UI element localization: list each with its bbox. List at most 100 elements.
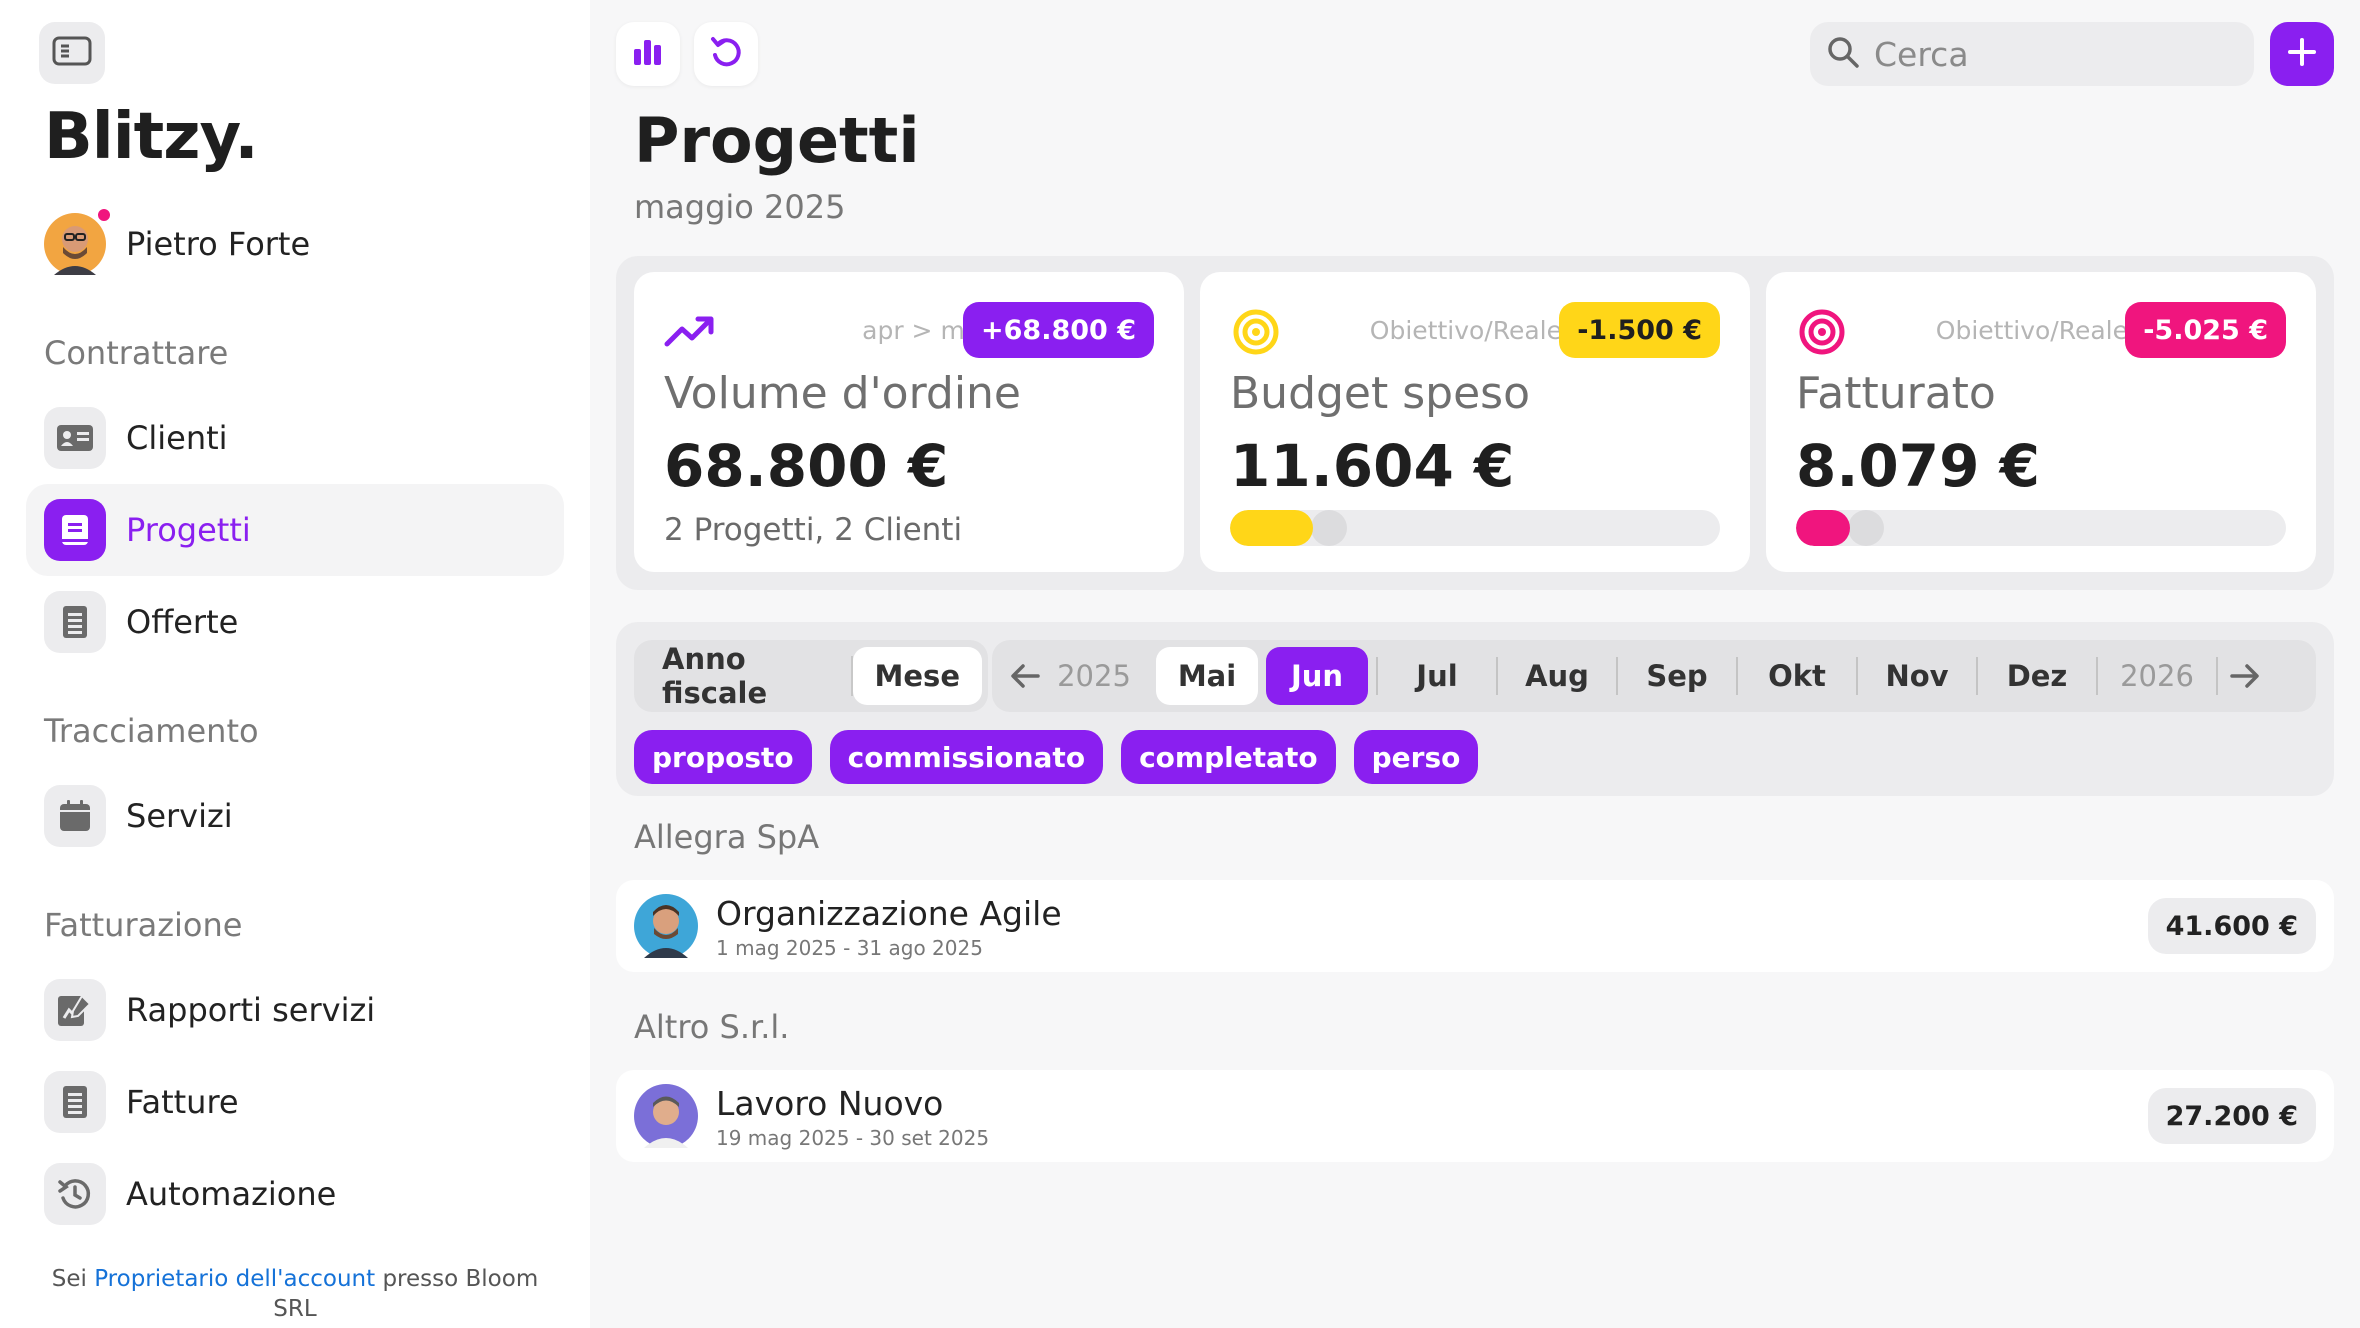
card-fatturato[interactable]: Obiettivo/Reale -5.025 € Fatturato 8.079… <box>1766 272 2316 572</box>
sidebar-item-label: Fatture <box>126 1083 239 1121</box>
month-okt[interactable]: Okt <box>1738 647 1856 705</box>
project-avatar <box>634 894 698 958</box>
status-chip-commissionato[interactable]: commissionato <box>829 730 1104 784</box>
sidebar-item-label: Automazione <box>126 1175 337 1213</box>
sidebar-item-progetti[interactable]: Progetti <box>26 484 564 576</box>
month-dez[interactable]: Dez <box>1978 647 2096 705</box>
client-group-title: Allegra SpA <box>634 818 820 856</box>
undo-button[interactable] <box>694 22 758 86</box>
card-budget-speso[interactable]: Obiettivo/Reale -1.500 € Budget speso 11… <box>1200 272 1750 572</box>
revenue-progress-bar <box>1796 510 2286 546</box>
search-placeholder: Cerca <box>1874 34 1969 74</box>
document-icon <box>44 591 106 653</box>
card-volume-ordine[interactable]: apr > mag +68.800 € Volume d'ordine 68.8… <box>634 272 1184 572</box>
add-button[interactable] <box>2270 22 2334 86</box>
sidebar-item-fatture[interactable]: Fatture <box>26 1056 564 1148</box>
project-row[interactable]: Organizzazione Agile 1 mag 2025 - 31 ago… <box>616 880 2334 972</box>
contact-card-icon <box>44 407 106 469</box>
project-name: Lavoro Nuovo <box>716 1084 944 1123</box>
card-badge: -5.025 € <box>2125 302 2286 358</box>
sidebar-item-label: Rapporti servizi <box>126 991 376 1029</box>
calendar-icon <box>44 785 106 847</box>
sidebar-item-offerte[interactable]: Offerte <box>26 576 564 668</box>
month-jun[interactable]: Jun <box>1266 647 1368 705</box>
client-group-title: Altro S.r.l. <box>634 1008 790 1046</box>
progress-track-knob <box>1311 510 1347 546</box>
plus-icon <box>2287 37 2317 71</box>
card-title: Volume d'ordine <box>664 368 1022 419</box>
user-name: Pietro Forte <box>126 225 311 263</box>
period-toggle: Anno fiscale Mese <box>634 640 988 712</box>
month-mai[interactable]: Mai <box>1156 647 1258 705</box>
bullseye-icon <box>1796 306 1848 358</box>
page-title: Progetti <box>634 104 920 177</box>
prev-arrow-button[interactable] <box>998 647 1052 705</box>
card-badge: -1.500 € <box>1559 302 1720 358</box>
period-option-mese[interactable]: Mese <box>852 647 982 705</box>
project-amount: 41.600 € <box>2147 898 2316 954</box>
card-title: Budget speso <box>1230 368 1531 419</box>
search-icon <box>1826 35 1860 73</box>
status-filters: proposto commissionato completato perso <box>634 730 1479 784</box>
progress-track-knob <box>1848 510 1884 546</box>
sidebar-toggle-button[interactable] <box>39 22 105 84</box>
project-icon <box>44 499 106 561</box>
undo-icon <box>709 35 743 73</box>
notification-dot <box>96 207 112 223</box>
section-tracciamento: Tracciamento <box>44 712 259 750</box>
invoice-icon <box>44 1071 106 1133</box>
project-amount: 27.200 € <box>2147 1088 2316 1144</box>
target-icon <box>1230 306 1282 358</box>
avatar <box>44 207 112 275</box>
user-profile[interactable]: Pietro Forte <box>44 207 311 276</box>
sidebar-item-label: Progetti <box>126 511 251 549</box>
prev-year[interactable]: 2025 <box>1052 647 1136 705</box>
project-row[interactable]: Lavoro Nuovo 19 mag 2025 - 30 set 2025 2… <box>616 1070 2334 1162</box>
next-year[interactable]: 2026 <box>2098 647 2216 705</box>
status-chip-proposto[interactable]: proposto <box>634 730 812 784</box>
search-input[interactable]: Cerca <box>1810 22 2254 86</box>
account-owner-link[interactable]: Proprietario dell'account <box>94 1266 375 1292</box>
sidebar-item-rapporti-servizi[interactable]: Rapporti servizi <box>26 964 564 1056</box>
project-dates: 19 mag 2025 - 30 set 2025 <box>716 1126 990 1150</box>
sidebar-item-clienti[interactable]: Clienti <box>26 392 564 484</box>
sidebar-item-automazione[interactable]: Automazione <box>26 1148 564 1240</box>
automation-icon <box>44 1163 106 1225</box>
kpi-cards: apr > mag +68.800 € Volume d'ordine 68.8… <box>616 256 2334 590</box>
month-nov[interactable]: Nov <box>1858 647 1976 705</box>
period-option-anno-fiscale[interactable]: Anno fiscale <box>640 642 851 710</box>
card-value: 68.800 € <box>664 432 949 500</box>
month-aug[interactable]: Aug <box>1498 647 1616 705</box>
sidebar-item-label: Clienti <box>126 419 228 457</box>
stats-button[interactable] <box>616 22 680 86</box>
project-dates: 1 mag 2025 - 31 ago 2025 <box>716 936 983 960</box>
month-selector: 2025 Mai Jun Jul Aug Sep Okt Nov Dez 202… <box>992 640 2316 712</box>
card-note: 2 Progetti, 2 Clienti <box>664 512 963 548</box>
project-avatar <box>634 1084 698 1148</box>
card-value: 8.079 € <box>1796 432 2041 500</box>
report-edit-icon <box>44 979 106 1041</box>
card-badge: +68.800 € <box>963 302 1154 358</box>
bar-chart-icon <box>632 37 664 71</box>
progress-fill <box>1796 510 1850 546</box>
month-jul[interactable]: Jul <box>1378 647 1496 705</box>
footer-prefix: Sei <box>51 1266 87 1292</box>
sidebar-item-servizi[interactable]: Servizi <box>26 770 564 862</box>
sidebar: Blitzy. Pietro Forte Contrattare Clienti… <box>0 0 590 1328</box>
status-chip-perso[interactable]: perso <box>1353 730 1479 784</box>
section-contrattare: Contrattare <box>44 334 229 372</box>
month-sep[interactable]: Sep <box>1618 647 1736 705</box>
next-arrow-button[interactable] <box>2218 647 2272 705</box>
filter-panel: Anno fiscale Mese 2025 Mai Jun Jul Aug S… <box>616 622 2334 796</box>
account-footer: Sei Proprietario dell'account presso Blo… <box>40 1264 550 1324</box>
card-meta: Obiettivo/Reale <box>1935 316 2128 345</box>
card-value: 11.604 € <box>1230 432 1515 500</box>
status-chip-completato[interactable]: completato <box>1121 730 1336 784</box>
section-fatturazione: Fatturazione <box>44 906 243 944</box>
sidebar-toggle-icon <box>52 35 92 71</box>
app-logo: Blitzy. <box>44 100 259 174</box>
arrow-left-icon <box>1011 664 1040 688</box>
sidebar-item-label: Offerte <box>126 603 239 641</box>
card-meta: Obiettivo/Reale <box>1369 316 1562 345</box>
page-subtitle: maggio 2025 <box>634 188 846 226</box>
